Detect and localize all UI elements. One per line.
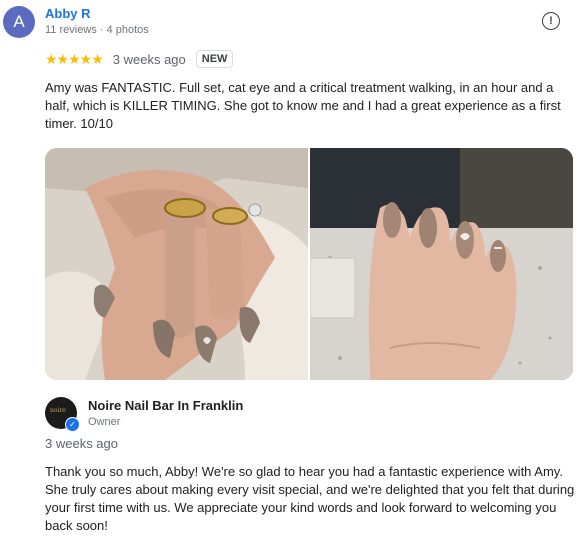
info-icon[interactable]: ! (542, 12, 560, 30)
rating-row: ★★★★★ 3 weeks ago NEW (45, 50, 234, 68)
business-logo-image: noire (50, 407, 66, 414)
review-time: 3 weeks ago (112, 51, 186, 67)
reply-time: 3 weeks ago (45, 436, 118, 451)
review-photo-1[interactable] (45, 148, 308, 380)
business-logo[interactable]: noire ✓ (45, 397, 80, 432)
owner-business-name[interactable]: Noire Nail Bar In Franklin (88, 398, 243, 413)
avatar-letter: A (13, 12, 25, 31)
star-rating: ★★★★★ (45, 50, 104, 67)
reviewer-meta: 11 reviews · 4 photos (45, 24, 149, 36)
reviewer-avatar[interactable]: A (3, 6, 35, 38)
owner-role: Owner (88, 416, 121, 428)
owner-reply-text: Thank you so much, Abby! We're so glad t… (45, 464, 575, 533)
review-text: Amy was FANTASTIC. Full set, cat eye and… (45, 80, 561, 131)
new-badge: NEW (195, 50, 234, 68)
review-photo-2[interactable] (310, 148, 573, 380)
reviewer-name-link[interactable]: Abby R (45, 6, 91, 21)
verified-check-icon: ✓ (65, 417, 80, 432)
